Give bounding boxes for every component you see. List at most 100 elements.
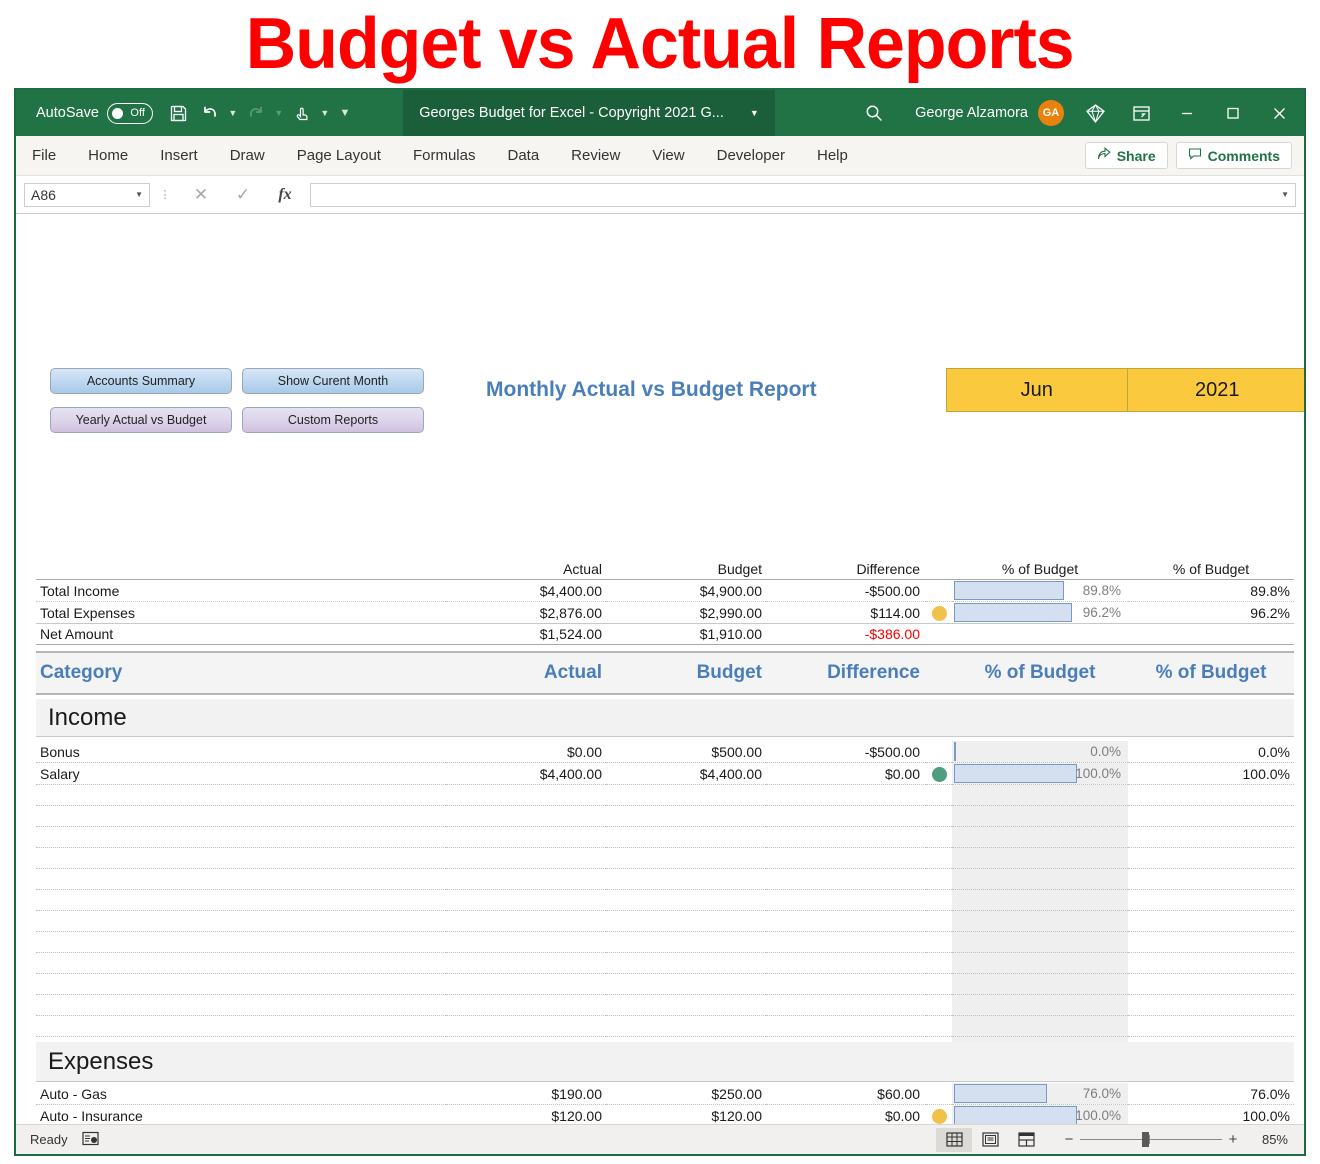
cell-blank[interactable] [606,1016,766,1037]
formula-bar-handle[interactable]: ⋮ [150,188,180,201]
table-row-blank[interactable] [36,890,1294,911]
pct-of-budget-databar-cell[interactable]: 89.8% [952,580,1128,602]
cell-blank[interactable] [606,806,766,827]
name-box[interactable]: A86 ▼ [24,183,150,207]
cell-blank[interactable] [926,890,952,911]
cell-budget[interactable]: $500.00 [606,741,766,763]
enter-icon[interactable]: ✓ [222,185,264,205]
cell-blank[interactable] [1128,827,1294,848]
cell-blank[interactable] [36,974,446,995]
table-row-blank[interactable] [36,848,1294,869]
tab-review[interactable]: Review [555,136,636,176]
formula-input[interactable]: ▼ [310,183,1296,207]
cell-blank[interactable] [766,953,926,974]
formula-bar-expand-icon[interactable]: ▼ [1281,190,1289,199]
table-row-blank[interactable] [36,932,1294,953]
table-row-blank[interactable] [36,785,1294,806]
cell-actual[interactable]: $1,524.00 [446,624,606,645]
table-row[interactable]: Bonus$0.00$500.00-$500.000.0%0.0% [36,741,1294,763]
cell-budget[interactable]: $2,990.00 [606,602,766,624]
cell-category[interactable]: Salary [36,763,446,785]
normal-view-icon[interactable] [936,1128,972,1152]
undo-dropdown-icon[interactable]: ▼ [226,97,240,129]
cell-blank[interactable] [606,827,766,848]
avatar[interactable]: GA [1038,100,1064,126]
zoom-track[interactable] [1080,1139,1222,1140]
tab-insert[interactable]: Insert [144,136,214,176]
cell-summary-label[interactable]: Net Amount [36,624,446,645]
share-button[interactable]: Share [1085,142,1168,169]
cell-blank[interactable] [952,974,1128,995]
cell-category[interactable]: Auto - Insurance [36,1105,446,1125]
cell-blank[interactable] [1128,1016,1294,1037]
year-cell[interactable]: 2021 [1127,369,1305,411]
table-row-blank[interactable] [36,995,1294,1016]
cell-budget[interactable]: $1,910.00 [606,624,766,645]
cell-blank[interactable] [926,911,952,932]
cell-blank[interactable] [1128,974,1294,995]
cell-budget[interactable]: $4,900.00 [606,580,766,602]
cell-blank[interactable] [952,932,1128,953]
cell-blank[interactable] [766,869,926,890]
tab-page-layout[interactable]: Page Layout [281,136,397,176]
insert-function-icon[interactable]: fx [264,186,306,204]
cell-blank[interactable] [926,1016,952,1037]
yearly-actual-vs-budget-button[interactable]: Yearly Actual vs Budget [50,407,232,433]
cell-pct-of-budget[interactable]: 96.2% [1128,602,1294,624]
cell-pct-of-budget[interactable] [1128,624,1294,645]
pct-of-budget-databar-cell[interactable]: 100.0% [952,1105,1128,1125]
cell-blank[interactable] [36,953,446,974]
cell-actual[interactable]: $4,400.00 [446,763,606,785]
cell-blank[interactable] [952,827,1128,848]
table-row-blank[interactable] [36,869,1294,890]
premium-diamond-icon[interactable] [1072,93,1118,133]
touch-mode-dropdown-icon[interactable]: ▼ [318,97,332,129]
cell-blank[interactable] [606,932,766,953]
cell-blank[interactable] [446,890,606,911]
cell-blank[interactable] [952,785,1128,806]
document-title-dropdown-icon[interactable]: ▼ [750,108,759,118]
cell-blank[interactable] [446,785,606,806]
cell-blank[interactable] [1128,953,1294,974]
cell-difference[interactable]: $0.00 [766,763,926,785]
tab-view[interactable]: View [636,136,700,176]
pct-of-budget-databar-cell[interactable]: 0.0% [952,741,1128,763]
cell-blank[interactable] [446,1016,606,1037]
cell-difference[interactable]: -$500.00 [766,580,926,602]
cell-blank[interactable] [36,848,446,869]
custom-reports-button[interactable]: Custom Reports [242,407,424,433]
cell-blank[interactable] [36,995,446,1016]
cell-blank[interactable] [952,953,1128,974]
cell-difference[interactable]: $114.00 [766,602,926,624]
cell-blank[interactable] [766,995,926,1016]
cell-blank[interactable] [446,932,606,953]
cell-blank[interactable] [766,806,926,827]
touch-mode-icon[interactable] [287,97,317,129]
cell-difference[interactable]: -$386.00 [766,624,926,645]
cell-blank[interactable] [766,911,926,932]
cell-actual[interactable]: $2,876.00 [446,602,606,624]
cell-blank[interactable] [606,974,766,995]
accounts-summary-button[interactable]: Accounts Summary [50,368,232,394]
cell-blank[interactable] [446,995,606,1016]
cell-blank[interactable] [766,974,926,995]
cell-difference[interactable]: -$500.00 [766,741,926,763]
worksheet-area[interactable]: Accounts Summary Show Curent Month Yearl… [16,214,1304,1124]
undo-icon[interactable] [195,97,225,129]
document-title-area[interactable]: Georges Budget for Excel - Copyright 202… [403,90,775,136]
cell-summary-label[interactable]: Total Expenses [36,602,446,624]
save-icon[interactable] [164,97,194,129]
cell-blank[interactable] [446,806,606,827]
tab-help[interactable]: Help [801,136,864,176]
zoom-thumb[interactable] [1142,1132,1149,1147]
cell-actual[interactable]: $0.00 [446,741,606,763]
cell-pct-of-budget[interactable]: 89.8% [1128,580,1294,602]
cell-pct-of-budget[interactable]: 100.0% [1128,1105,1294,1125]
name-box-dropdown-icon[interactable]: ▼ [135,190,143,199]
cell-blank[interactable] [36,890,446,911]
cell-blank[interactable] [926,785,952,806]
zoom-level[interactable]: 85% [1252,1132,1294,1147]
cell-budget[interactable]: $4,400.00 [606,763,766,785]
cell-actual[interactable]: $190.00 [446,1083,606,1105]
cell-blank[interactable] [446,974,606,995]
